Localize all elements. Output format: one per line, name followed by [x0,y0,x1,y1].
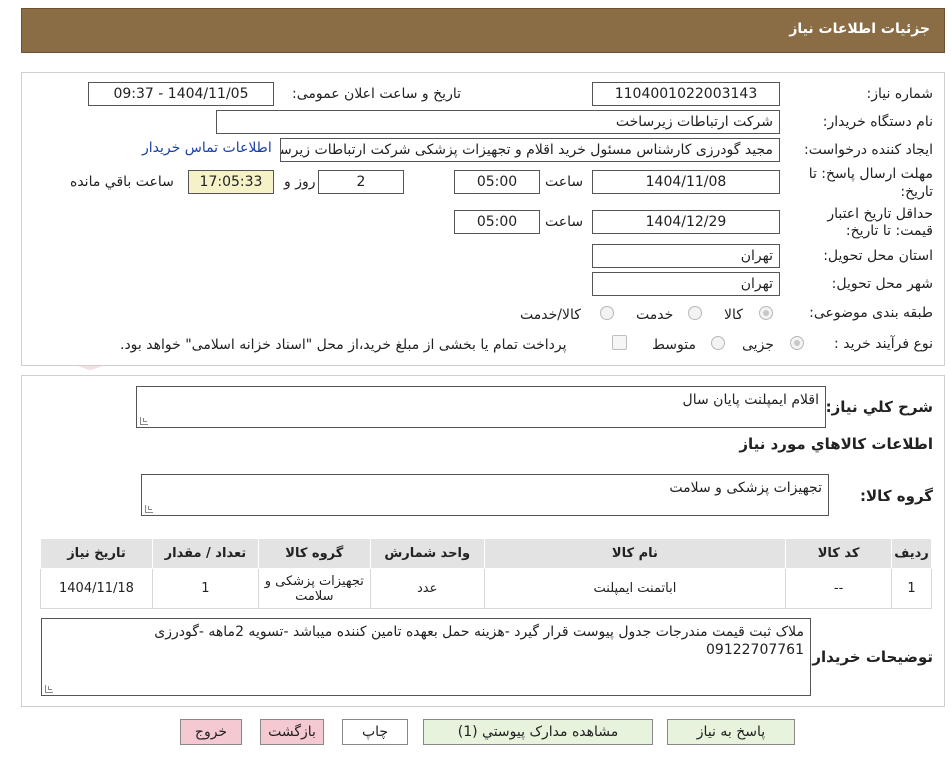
category-goods-service-label: کالا/خدمت [520,307,581,323]
process-medium-radio[interactable] [711,336,725,350]
deadline-time-field: 05:00 [454,170,540,194]
province-label: استان محل تحویل: [823,248,933,264]
city-field: تهران [592,272,780,296]
remaining-time-field: 17:05:33 [188,170,274,194]
validity-date-field: 1404/12/29 [592,210,780,234]
summary-text: اقلام ایمپلنت پایان سال [682,392,819,408]
col-goods-name: نام کالا [483,538,787,569]
process-minor-radio[interactable] [790,336,804,350]
days-label: روز و [284,174,316,190]
creator-label: ایجاد کننده درخواست: [804,142,933,158]
validity-label-cont: قیمت: تا تاریخ: [845,223,933,239]
page-title: جزئیات اطلاعات نیاز [789,21,930,37]
col-unit: واحد شمارش [369,538,485,569]
buyer-notes-line-2: 09122707761 [706,642,804,658]
category-goods-service-radio[interactable] [600,306,614,320]
cell-need-date: 1404/11/18 [40,568,153,609]
need-number-label: شماره نیاز: [866,86,934,102]
resize-handle-icon[interactable] [140,417,148,425]
announce-field: 1404/11/05 - 09:37 [88,82,274,106]
validity-time-field: 05:00 [454,210,540,234]
process-minor-label: جزیی [742,337,774,353]
cell-unit: عدد [369,568,485,609]
col-goods-group: گروه کالا [257,538,371,569]
table-row: 1 -- اباتمنت ایمپلنت عدد تجهیزات پزشکی و… [40,568,932,609]
summary-textarea[interactable]: اقلام ایمپلنت پایان سال [136,386,826,428]
view-attachments-button[interactable]: مشاهده مدارک پیوستي (1) [423,719,653,745]
cell-quantity: 1 [151,568,259,609]
col-need-date: تاریخ نیاز [40,538,153,569]
resize-handle-icon[interactable] [145,505,153,513]
goods-table: ردیف کد کالا نام کالا واحد شمارش گروه کا… [40,538,932,609]
city-label: شهر محل تحویل: [831,276,933,292]
cell-row-number: 1 [891,568,932,609]
category-label: طبقه بندی موضوعی: [809,305,933,321]
need-number-field: 1104001022003143 [592,82,780,106]
print-button[interactable]: چاپ [342,719,408,745]
goods-group-text: تجهیزات پزشکی و سلامت [669,480,822,496]
goods-info-title: اطلاعات كالاهاي مورد نياز [739,435,933,453]
col-goods-code: کد کالا [785,538,893,569]
days-remaining-field: 2 [318,170,404,194]
treasury-payment-note: پرداخت تمام یا بخشی از مبلغ خرید،از محل … [120,337,567,353]
exit-button[interactable]: خروج [180,719,242,745]
buyer-contact-link[interactable]: اطلاعات تماس خریدار [142,140,272,156]
goods-group-label: گروه کالا: [860,487,933,505]
cell-goods-group: تجهیزات پزشکی و سلامت [257,568,371,609]
back-button[interactable]: بازگشت [260,719,324,745]
province-field: تهران [592,244,780,268]
announce-label: تاریخ و ساعت اعلان عمومی: [292,86,461,102]
resize-handle-icon[interactable] [45,685,53,693]
summary-label: شرح كلي نياز: [825,398,933,416]
cell-goods-name: اباتمنت ایمپلنت [483,568,787,609]
validity-label: حداقل تاریخ اعتبار [827,206,933,222]
buyer-org-field: شرکت ارتباطات زیرساخت [216,110,780,134]
deadline-label: مهلت ارسال پاسخ: تا [808,166,933,182]
deadline-label-cont: تاریخ: [900,184,933,200]
treasury-payment-checkbox[interactable] [612,335,627,350]
col-row-number: ردیف [891,538,932,569]
buyer-notes-line-1: ملاک ثبت قیمت مندرجات جدول پیوست قرار گی… [154,624,804,640]
reply-button[interactable]: پاسخ به نياز [667,719,795,745]
page-header: جزئیات اطلاعات نیاز [21,8,945,53]
process-medium-label: متوسط [652,337,696,353]
deadline-time-label: ساعت [545,174,584,190]
col-quantity: تعداد / مقدار [151,538,259,569]
remaining-label: ساعت باقي مانده [70,174,174,190]
category-service-radio[interactable] [688,306,702,320]
creator-field: مجید گودرزی کارشناس مسئول خرید اقلام و ت… [280,138,780,162]
category-service-label: خدمت [636,307,674,323]
process-label: نوع فرآیند خرید : [834,336,933,352]
validity-time-label: ساعت [545,214,584,230]
deadline-date-field: 1404/11/08 [592,170,780,194]
category-goods-radio[interactable] [759,306,773,320]
cell-goods-code: -- [785,568,893,609]
buyer-org-label: نام دستگاه خریدار: [822,114,933,130]
goods-table-header: ردیف کد کالا نام کالا واحد شمارش گروه کا… [40,538,932,569]
buyer-notes-textarea[interactable]: ملاک ثبت قیمت مندرجات جدول پیوست قرار گی… [41,618,811,696]
buyer-notes-label: توضیحات خریدار: [806,648,933,666]
goods-group-textarea[interactable]: تجهیزات پزشکی و سلامت [141,474,829,516]
category-goods-label: کالا [724,307,743,323]
